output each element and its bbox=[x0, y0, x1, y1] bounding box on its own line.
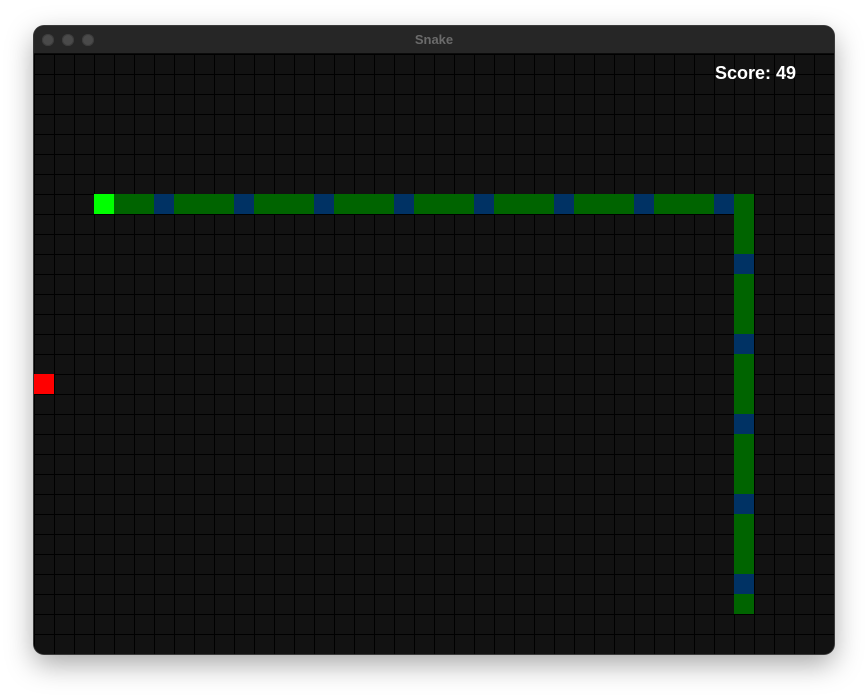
snake-segment bbox=[734, 594, 754, 614]
snake-segment bbox=[734, 414, 754, 434]
snake-segment bbox=[734, 334, 754, 354]
snake-segment bbox=[374, 194, 394, 214]
snake-segment bbox=[274, 194, 294, 214]
game-board[interactable]: Score: 49 bbox=[34, 54, 834, 654]
snake-segment bbox=[174, 194, 194, 214]
snake-segment bbox=[474, 194, 494, 214]
snake-segment bbox=[734, 314, 754, 334]
snake-segment bbox=[654, 194, 674, 214]
score-label: Score: 49 bbox=[714, 63, 796, 83]
food-pellet bbox=[34, 374, 54, 394]
snake-segment bbox=[294, 194, 314, 214]
snake-segment bbox=[194, 194, 214, 214]
snake-segment bbox=[434, 194, 454, 214]
snake-segment bbox=[734, 474, 754, 494]
snake-segment bbox=[334, 194, 354, 214]
snake-segment bbox=[734, 234, 754, 254]
snake-segment bbox=[734, 514, 754, 534]
snake-segment bbox=[634, 194, 654, 214]
snake-segment bbox=[734, 194, 754, 214]
snake-segment bbox=[594, 194, 614, 214]
snake-segment bbox=[234, 194, 254, 214]
snake-segment bbox=[734, 374, 754, 394]
snake-segment bbox=[254, 194, 274, 214]
snake-segment bbox=[494, 194, 514, 214]
snake-segment bbox=[734, 354, 754, 374]
snake-segment bbox=[734, 534, 754, 554]
snake-segment bbox=[574, 194, 594, 214]
snake-segment bbox=[734, 294, 754, 314]
window-title: Snake bbox=[414, 32, 454, 47]
snake-segment bbox=[534, 194, 554, 214]
snake-segment bbox=[454, 194, 474, 214]
snake-segment bbox=[714, 194, 734, 214]
game-window: Snake Score: 49 bbox=[34, 26, 834, 654]
snake-segment bbox=[154, 194, 174, 214]
snake-segment bbox=[734, 494, 754, 514]
snake-head bbox=[94, 194, 114, 214]
snake-segment bbox=[674, 194, 694, 214]
snake-segment bbox=[514, 194, 534, 214]
snake-segment bbox=[314, 194, 334, 214]
title-bar[interactable]: Snake bbox=[34, 26, 834, 54]
snake-segment bbox=[134, 194, 154, 214]
snake-segment bbox=[734, 274, 754, 294]
snake-segment bbox=[734, 434, 754, 454]
snake-segment bbox=[734, 554, 754, 574]
snake-segment bbox=[554, 194, 574, 214]
snake-segment bbox=[734, 394, 754, 414]
snake-segment bbox=[734, 254, 754, 274]
snake-segment bbox=[734, 574, 754, 594]
snake-segment bbox=[614, 194, 634, 214]
snake-segment bbox=[354, 194, 374, 214]
snake-segment bbox=[734, 454, 754, 474]
snake-segment bbox=[114, 194, 134, 214]
snake-segment bbox=[414, 194, 434, 214]
snake-segment bbox=[734, 214, 754, 234]
snake-segment bbox=[694, 194, 714, 214]
snake-segment bbox=[394, 194, 414, 214]
snake-segment bbox=[214, 194, 234, 214]
